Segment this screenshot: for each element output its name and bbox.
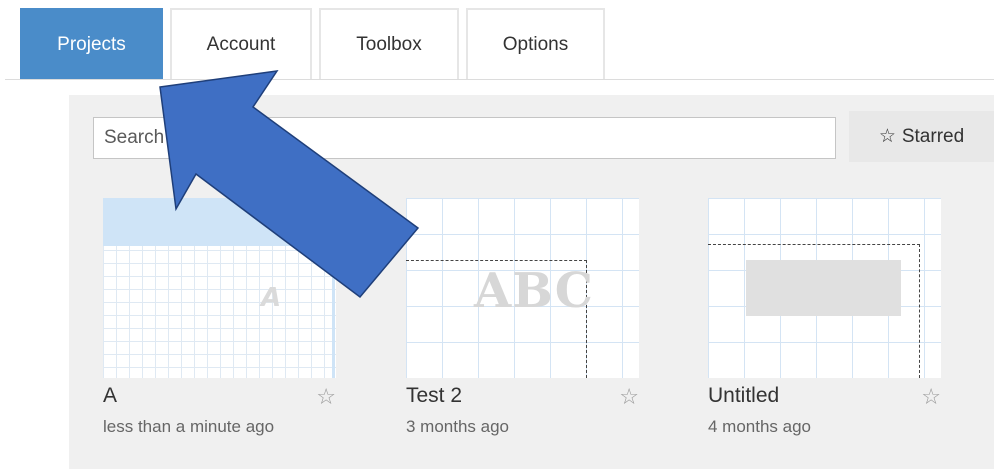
project-card-untitled[interactable]: Untitled ☆ 4 months ago (708, 198, 941, 438)
thumbnail-dashed-border (708, 244, 920, 245)
thumbnail-letter: A (261, 283, 282, 313)
thumbnail-header-band (103, 198, 336, 246)
project-modified-time: 4 months ago (708, 417, 812, 436)
tab-toolbox[interactable]: Toolbox (319, 8, 459, 79)
tab-projects[interactable]: Projects (20, 8, 163, 79)
tab-bar: Projects Account Toolbox Options (0, 0, 994, 80)
tab-options[interactable]: Options (466, 8, 605, 79)
thumbnail-dashed-border (919, 244, 920, 378)
project-name[interactable]: Test 2 (406, 384, 639, 408)
search-input[interactable] (93, 117, 836, 159)
tab-divider (5, 79, 994, 80)
project-thumbnail[interactable]: A (103, 198, 336, 378)
project-modified-time: 3 months ago (406, 417, 510, 436)
starred-filter-button[interactable]: ☆ Starred (849, 111, 994, 162)
thumbnail-shape (746, 260, 901, 316)
star-outline-icon[interactable]: ☆ (921, 384, 941, 410)
thumbnail-text: ABC (474, 263, 594, 319)
project-card-test-2[interactable]: ABC Test 2 ☆ 3 months ago (406, 198, 639, 438)
tab-account[interactable]: Account (170, 8, 312, 79)
star-outline-icon[interactable]: ☆ (619, 384, 639, 410)
project-thumbnail[interactable] (708, 198, 941, 378)
project-name[interactable]: Untitled (708, 384, 941, 408)
project-card-a[interactable]: A A ☆ less than a minute ago (103, 198, 336, 438)
project-name[interactable]: A (103, 384, 336, 408)
project-thumbnail[interactable]: ABC (406, 198, 639, 378)
project-modified-time: less than a minute ago (103, 417, 275, 436)
star-outline-icon[interactable]: ☆ (316, 384, 336, 410)
thumbnail-side-band (332, 198, 335, 378)
starred-label: Starred (901, 125, 965, 147)
star-outline-icon: ☆ (878, 126, 896, 147)
thumbnail-dashed-border (406, 260, 587, 261)
